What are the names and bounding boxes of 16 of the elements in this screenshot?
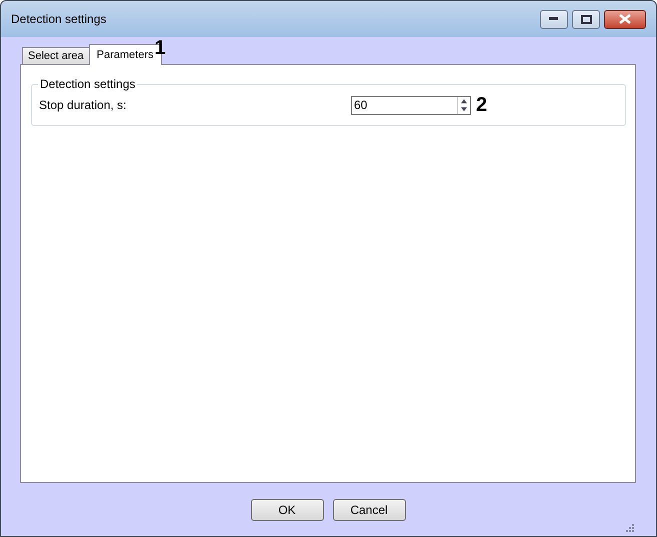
callout-number: 2 <box>476 95 488 115</box>
close-icon <box>619 14 631 24</box>
dialog-button[interactable]: OK <box>250 498 324 520</box>
up-arrow-icon[interactable] <box>458 96 470 105</box>
minimize-icon <box>549 17 559 21</box>
tab[interactable]: Select area <box>22 47 90 64</box>
maximize-button[interactable] <box>572 10 600 28</box>
close-button[interactable] <box>604 10 646 28</box>
maximize-icon <box>580 14 592 24</box>
window-title: Detection settings <box>11 12 108 26</box>
field-label: Stop duration, s: <box>39 98 128 112</box>
resize-grip-icon[interactable] <box>626 524 634 532</box>
number-spinner[interactable]: 60 <box>351 96 471 114</box>
group-title: Detection settings <box>39 77 136 91</box>
minimize-button[interactable] <box>540 10 568 28</box>
dialog-button[interactable]: Cancel <box>332 498 406 520</box>
